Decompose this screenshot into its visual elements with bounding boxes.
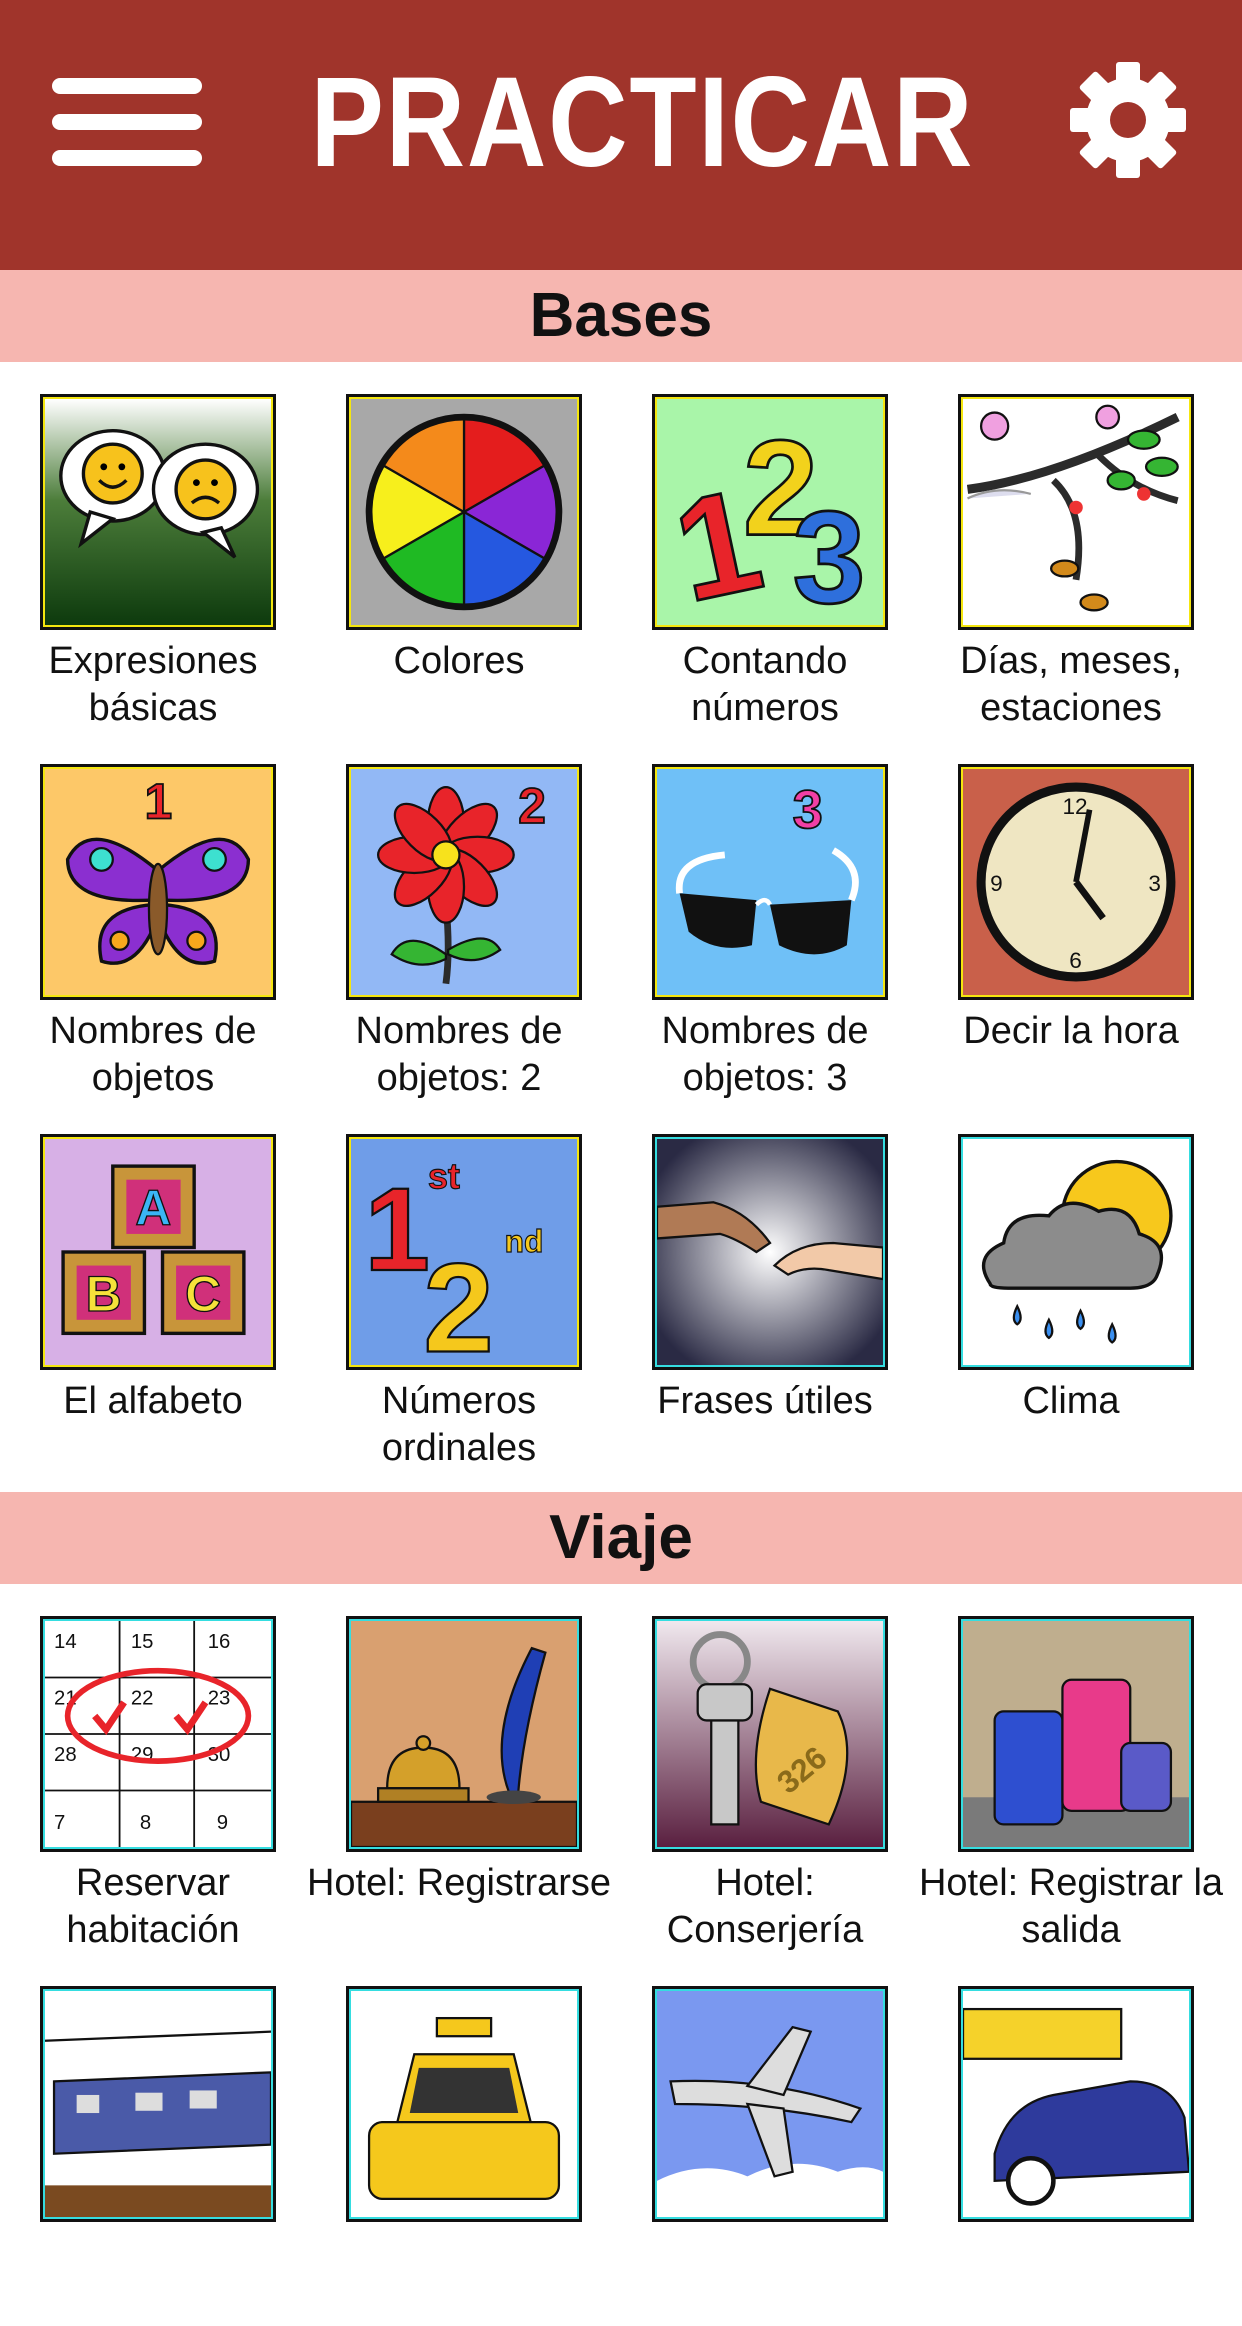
tile-el-alfabeto[interactable]: A B C El alfabeto [0, 1134, 306, 1474]
tile-label: El alfabeto [63, 1380, 243, 1422]
calendar-icon: 14 15 16 21 22 23 28 29 30 789 [40, 1616, 276, 1852]
section-header-bases: Bases [0, 270, 1242, 362]
tile-label: Nombres de objetos: 3 [661, 1010, 869, 1099]
flower-icon: 2 [346, 764, 582, 1000]
tile-contando-numeros[interactable]: 1 2 3 Contando números [612, 394, 918, 734]
tile-numeros-ordinales[interactable]: 1 st 2 nd Números ordinales [306, 1134, 612, 1474]
svg-text:A: A [135, 1180, 171, 1236]
svg-text:14: 14 [54, 1631, 77, 1653]
svg-text:3: 3 [793, 483, 866, 625]
svg-text:22: 22 [131, 1688, 154, 1710]
reception-bell-icon [346, 1616, 582, 1852]
tile-decir-la-hora[interactable]: 12 3 6 9 Decir la hora [918, 764, 1224, 1104]
tile-expresiones-basicas[interactable]: Expresiones básicas [0, 394, 306, 734]
tile-label: Números ordinales [381, 1380, 537, 1469]
svg-text:28: 28 [54, 1744, 77, 1766]
tile-reservar-habitacion[interactable]: 14 15 16 21 22 23 28 29 30 789 Reservar habita… [0, 1616, 306, 1956]
svg-text:15: 15 [131, 1631, 154, 1653]
svg-text:6: 6 [1069, 948, 1082, 973]
svg-text:2: 2 [518, 778, 546, 834]
numbers-123-icon: 1 2 3 [652, 394, 888, 630]
tile-label: Contando números [682, 640, 848, 729]
tile-frases-utiles[interactable]: Frases útiles [612, 1134, 918, 1474]
handshake-icon [652, 1134, 888, 1370]
rental-car-icon [958, 1986, 1194, 2222]
tile-hotel-registrarse[interactable]: Hotel: Registrarse [306, 1616, 612, 1956]
svg-text:3: 3 [793, 780, 823, 840]
smiley-speech-bubbles-icon [40, 394, 276, 630]
top-app-bar: PRACTICAR [0, 0, 1242, 270]
sunglasses-icon: 3 [652, 764, 888, 1000]
tile-nombres-de-objetos-2[interactable]: 2 Nombres de objetos: 2 [306, 764, 612, 1104]
tile-nombres-de-objetos-3[interactable]: 3 Nombres de objetos: 3 [612, 764, 918, 1104]
tile-hotel-registrar-la-salida[interactable]: Hotel: Registrar la salida [918, 1616, 1224, 1956]
svg-text:nd: nd [505, 1223, 544, 1259]
tile-rental-car[interactable] [918, 1986, 1224, 2326]
tile-label: Nombres de objetos [49, 1010, 257, 1099]
tile-clima[interactable]: Clima [918, 1134, 1224, 1474]
svg-text:9: 9 [990, 871, 1003, 896]
tile-label: Hotel: Registrar la salida [918, 1862, 1224, 1951]
section-header-viaje: Viaje [0, 1492, 1242, 1584]
svg-text:7: 7 [54, 1812, 65, 1834]
svg-text:st: st [428, 1156, 460, 1197]
tile-taxi[interactable] [306, 1986, 612, 2326]
tile-label: Días, meses, estaciones [960, 640, 1182, 729]
svg-text:8: 8 [140, 1812, 151, 1834]
luggage-icon [958, 1616, 1194, 1852]
tile-label: Hotel: Conserjería [666, 1862, 864, 1951]
clock-icon: 12 3 6 9 [958, 764, 1194, 1000]
svg-text:C: C [185, 1266, 221, 1322]
abc-blocks-icon: A B C [40, 1134, 276, 1370]
train-icon [40, 1986, 276, 2222]
svg-text:23: 23 [208, 1688, 231, 1710]
taxi-icon [346, 1986, 582, 2222]
color-wheel-icon [346, 394, 582, 630]
svg-text:1: 1 [365, 1164, 430, 1295]
page-title: PRACTICAR [310, 51, 975, 194]
tile-colores[interactable]: Colores [306, 394, 612, 734]
seasons-branch-icon [958, 394, 1194, 630]
room-key-icon: 326 [652, 1616, 888, 1852]
hamburger-menu-icon[interactable] [48, 74, 208, 174]
svg-text:9: 9 [217, 1812, 228, 1834]
tile-label: Frases útiles [657, 1380, 873, 1422]
tile-label: Hotel: Registrarse [306, 1862, 612, 1904]
gear-icon[interactable] [1066, 58, 1190, 182]
ordinal-numbers-icon: 1 st 2 nd [346, 1134, 582, 1370]
tile-dias-meses-estaciones[interactable]: Días, meses, estaciones [918, 394, 1224, 734]
tile-nombres-de-objetos[interactable]: 1 Nombres de objetos [0, 764, 306, 1104]
svg-text:3: 3 [1148, 871, 1161, 896]
tile-label: Expresiones básicas [48, 640, 258, 729]
tile-airplane[interactable] [612, 1986, 918, 2326]
tile-hotel-conserjeria[interactable]: 326 Hotel: Conserjería [612, 1616, 918, 1956]
tile-label: Clima [1022, 1380, 1120, 1422]
tile-label: Nombres de objetos: 2 [355, 1010, 563, 1099]
tile-label: Reservar habitación [66, 1862, 240, 1951]
butterfly-icon: 1 [40, 764, 276, 1000]
tile-train[interactable] [0, 1986, 306, 2326]
svg-text:16: 16 [208, 1631, 231, 1653]
tile-label: Colores [393, 640, 525, 682]
svg-text:12: 12 [1062, 794, 1087, 819]
airplane-icon [652, 1986, 888, 2222]
svg-text:2: 2 [423, 1236, 493, 1365]
svg-text:B: B [86, 1266, 122, 1322]
svg-text:1: 1 [144, 774, 172, 830]
weather-cloud-icon [958, 1134, 1194, 1370]
tile-label: Decir la hora [963, 1010, 1179, 1052]
